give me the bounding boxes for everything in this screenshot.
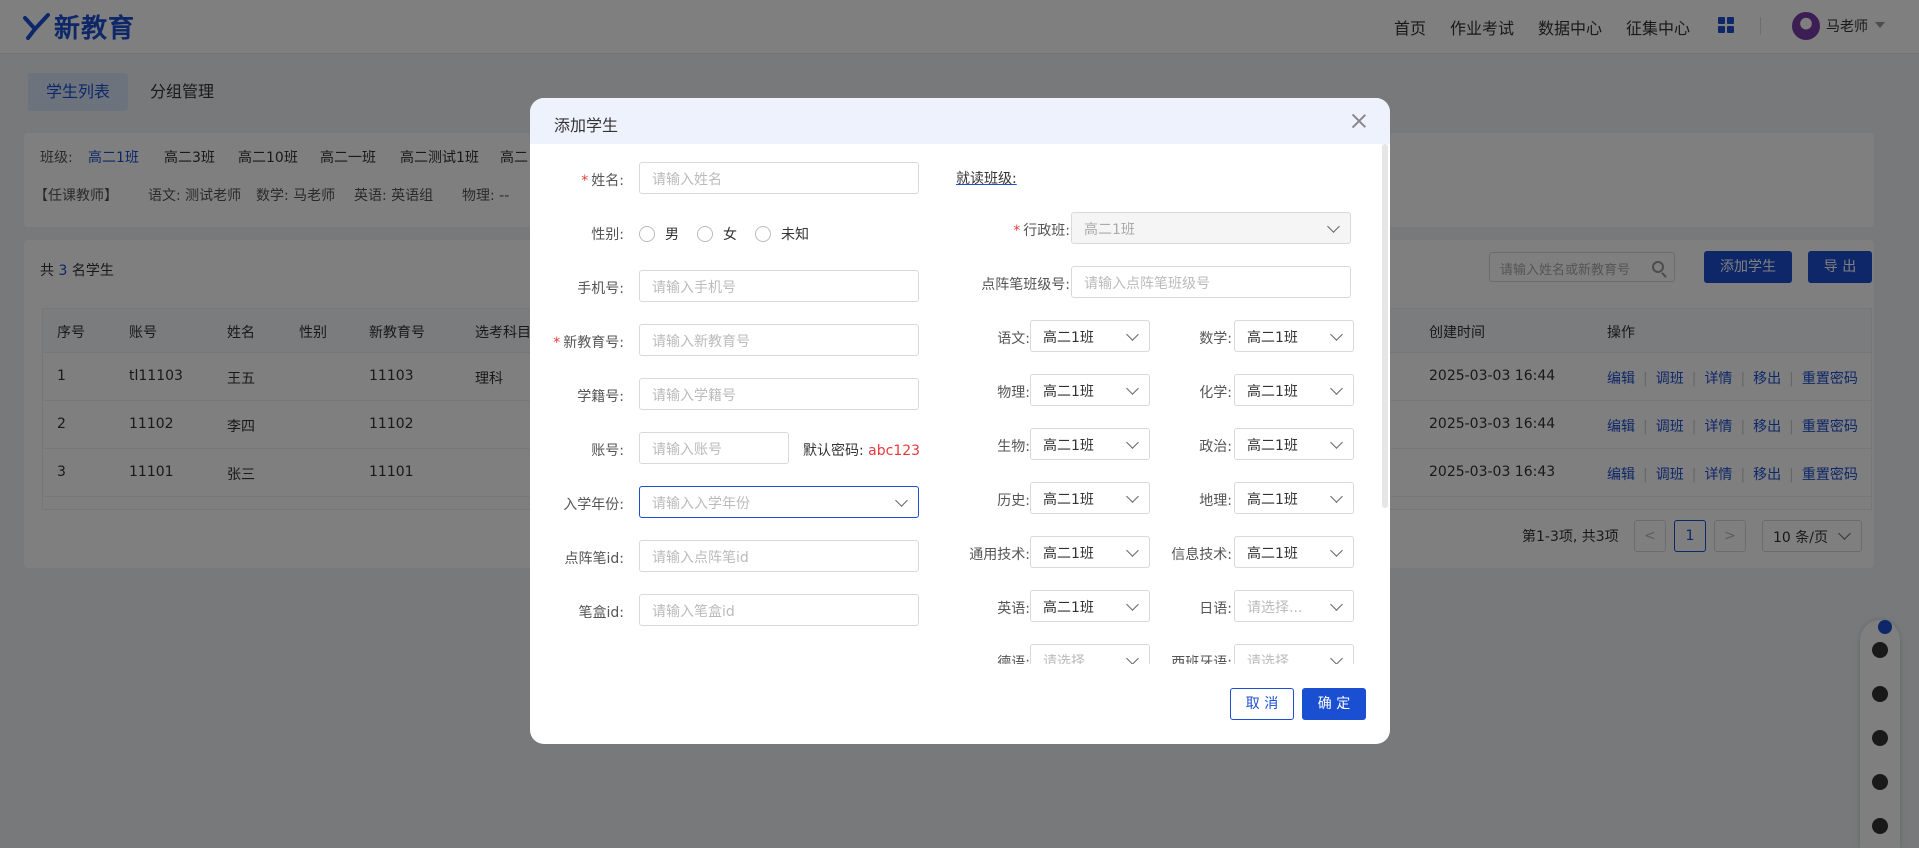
account-input[interactable]: 请输入账号 xyxy=(639,432,789,464)
subject-class-select[interactable]: 高二1班 xyxy=(1234,536,1354,568)
subject-class-select[interactable]: 请选择 xyxy=(1030,644,1150,664)
name-input[interactable]: 请输入姓名 xyxy=(639,162,919,194)
subject-label: 地理: xyxy=(1199,493,1232,509)
subject-label: 物理: xyxy=(997,385,1030,401)
modal-body[interactable]: * 姓名: 请输入姓名 性别: 男 女 未知 手机号: 请输入手机号 * 新教育号:… xyxy=(530,144,1382,664)
subject-class-select[interactable]: 高二1班 xyxy=(1030,482,1150,514)
admin-class-select[interactable]: 高二1班 xyxy=(1071,212,1351,244)
subject-label: 生物: xyxy=(997,439,1030,455)
chevron-down-icon xyxy=(1330,328,1343,341)
subject-label: 数学: xyxy=(1199,331,1232,347)
pen-class-label: 点阵笔班级号: xyxy=(981,277,1070,293)
chevron-down-icon xyxy=(1126,382,1139,395)
cancel-button[interactable]: 取 消 xyxy=(1230,688,1294,720)
subject-label: 化学: xyxy=(1199,385,1232,401)
pen-box-input[interactable]: 请输入笔盒id xyxy=(639,594,919,626)
subject-class-select[interactable]: 高二1班 xyxy=(1030,320,1150,352)
subject-class-select[interactable]: 高二1班 xyxy=(1030,590,1150,622)
subject-class-select[interactable]: 高二1班 xyxy=(1030,428,1150,460)
admin-class-label: * 行政班: xyxy=(1013,223,1070,239)
gender-label: 性别: xyxy=(591,227,624,243)
chevron-down-icon xyxy=(1330,490,1343,503)
modal-title: 添加学生 xyxy=(554,116,619,135)
xueji-input[interactable]: 请输入学籍号 xyxy=(639,378,919,410)
chevron-down-icon xyxy=(1330,544,1343,557)
subject-label: 通用技术: xyxy=(969,547,1030,563)
subject-class-select[interactable]: 高二1班 xyxy=(1234,374,1354,406)
chevron-down-icon xyxy=(1126,436,1139,449)
phone-input[interactable]: 请输入手机号 xyxy=(639,270,919,302)
subject-class-select[interactable]: 请选择... xyxy=(1234,590,1354,622)
subject-label: 西班牙语: xyxy=(1171,655,1232,664)
subject-label: 信息技术: xyxy=(1171,547,1232,563)
subject-label: 德语: xyxy=(997,655,1030,664)
modal-scrollbar[interactable] xyxy=(1382,144,1388,508)
subject-label: 语文: xyxy=(997,331,1030,347)
name-label: * 姓名: xyxy=(581,173,624,189)
chevron-down-icon xyxy=(1126,652,1139,664)
confirm-button[interactable]: 确 定 xyxy=(1302,688,1366,720)
subject-label: 英语: xyxy=(997,601,1030,617)
gender-male-radio[interactable]: 男 xyxy=(639,224,679,244)
gender-female-radio[interactable]: 女 xyxy=(697,224,737,244)
subject-class-select[interactable]: 高二1班 xyxy=(1234,482,1354,514)
subject-class-select[interactable]: 高二1班 xyxy=(1030,374,1150,406)
subject-class-select[interactable]: 高二1班 xyxy=(1234,428,1354,460)
subject-label: 日语: xyxy=(1199,601,1232,617)
pen-id-input[interactable]: 请输入点阵笔id xyxy=(639,540,919,572)
eduid-input[interactable]: 请输入新教育号 xyxy=(639,324,919,356)
close-icon[interactable] xyxy=(1350,112,1368,130)
enroll-year-select[interactable]: 请输入入学年份 xyxy=(639,486,919,518)
chevron-down-icon xyxy=(1330,382,1343,395)
pen-box-label: 笔盒id: xyxy=(578,605,625,621)
xueji-label: 学籍号: xyxy=(577,389,624,405)
subject-class-select[interactable]: 高二1班 xyxy=(1030,536,1150,568)
default-password-note: 默认密码: abc123 xyxy=(803,443,921,459)
phone-label: 手机号: xyxy=(577,281,624,297)
account-label: 账号: xyxy=(591,443,624,459)
chevron-down-icon xyxy=(1126,544,1139,557)
subject-class-select[interactable]: 高二1班 xyxy=(1234,320,1354,352)
chevron-down-icon xyxy=(1126,490,1139,503)
subject-label: 政治: xyxy=(1199,439,1232,455)
eduid-label: * 新教育号: xyxy=(553,335,624,351)
subject-class-select[interactable]: 请选择 xyxy=(1234,644,1354,664)
chevron-down-icon xyxy=(895,494,908,507)
gender-unknown-radio[interactable]: 未知 xyxy=(755,224,809,244)
chevron-down-icon xyxy=(1330,436,1343,449)
subject-label: 历史: xyxy=(997,493,1030,509)
chevron-down-icon xyxy=(1126,598,1139,611)
chevron-down-icon xyxy=(1327,220,1340,233)
classes-section-title: 就读班级: xyxy=(956,171,1017,187)
add-student-modal: 添加学生 * 姓名: 请输入姓名 性别: 男 女 未知 手机号: 请输入手机号 *… xyxy=(530,98,1390,744)
pen-class-input[interactable]: 请输入点阵笔班级号 xyxy=(1071,266,1351,298)
modal-header: 添加学生 xyxy=(530,98,1390,144)
chevron-down-icon xyxy=(1330,598,1343,611)
chevron-down-icon xyxy=(1330,652,1343,664)
year-label: 入学年份: xyxy=(563,497,624,513)
pen-id-label: 点阵笔id: xyxy=(564,551,625,567)
chevron-down-icon xyxy=(1126,328,1139,341)
